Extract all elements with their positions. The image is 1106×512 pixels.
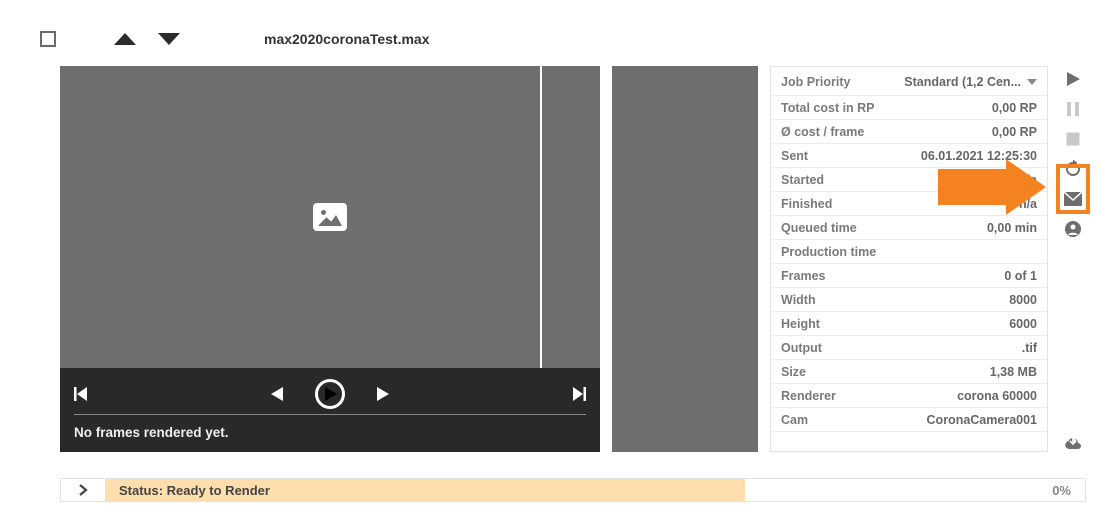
priority-dropdown[interactable]: Standard (1,2 Cen... <box>904 75 1037 89</box>
image-placeholder-icon <box>313 203 347 231</box>
status-text: Status: Ready to Render <box>105 479 745 501</box>
skip-end-button[interactable] <box>572 387 586 401</box>
info-label: Renderer <box>781 389 836 403</box>
next-frame-button[interactable] <box>377 387 389 401</box>
info-label: Height <box>781 317 820 331</box>
info-label: Total cost in RP <box>781 101 875 115</box>
status-bar: Status: Ready to Render 0% <box>60 478 1086 502</box>
info-value: 0 of 1 <box>1004 269 1037 283</box>
support-button[interactable] <box>1062 218 1084 240</box>
select-job-checkbox[interactable] <box>40 31 56 47</box>
playback-bar: No frames rendered yet. <box>60 368 600 452</box>
restart-job-button[interactable] <box>1062 158 1084 180</box>
info-value: 0,00 RP <box>992 101 1037 115</box>
status-expand-button[interactable] <box>61 479 105 501</box>
info-value: 0,00 min <box>987 221 1037 235</box>
info-label: Started <box>781 173 824 187</box>
preview-canvas[interactable] <box>60 66 600 368</box>
prev-frame-button[interactable] <box>271 387 283 401</box>
download-button[interactable] <box>1062 430 1084 452</box>
info-label: Sent <box>781 149 808 163</box>
info-value: 1,38 MB <box>990 365 1037 379</box>
info-label: Production time <box>781 245 876 259</box>
job-filename: max2020coronaTest.max <box>264 31 430 47</box>
info-label: Ø cost / frame <box>781 125 864 139</box>
status-percent: 0% <box>1025 479 1085 501</box>
info-label: Size <box>781 365 806 379</box>
info-value: 06.01.2021 12:25:30 <box>921 149 1037 163</box>
info-value: .tif <box>1022 341 1037 355</box>
skip-start-button[interactable] <box>74 387 88 401</box>
info-label: Width <box>781 293 816 307</box>
job-info-panel: Job Priority Standard (1,2 Cen... Total … <box>770 66 1048 452</box>
info-value: n/a <box>1019 197 1037 211</box>
info-label: Output <box>781 341 822 355</box>
info-value: 8000 <box>1009 293 1037 307</box>
info-label: Finished <box>781 197 832 211</box>
info-label: Frames <box>781 269 825 283</box>
email-button[interactable] <box>1062 188 1084 210</box>
stop-job-button[interactable] <box>1062 128 1084 150</box>
aux-panel <box>612 66 758 452</box>
pause-job-button[interactable] <box>1062 98 1084 120</box>
play-job-button[interactable] <box>1062 68 1084 90</box>
dropdown-icon <box>1027 79 1037 85</box>
playback-progress[interactable] <box>74 414 586 415</box>
info-label: Queued time <box>781 221 857 235</box>
play-button[interactable] <box>315 379 345 409</box>
move-up-icon[interactable] <box>114 33 136 45</box>
priority-value: Standard (1,2 Cen... <box>904 75 1021 89</box>
no-frames-text: No frames rendered yet. <box>74 425 586 440</box>
preview-divider <box>540 66 542 368</box>
info-value: corona 60000 <box>957 389 1037 403</box>
info-value: 0,00 RP <box>992 125 1037 139</box>
info-label-priority: Job Priority <box>781 75 850 89</box>
info-value: n/a <box>1019 173 1037 187</box>
info-label: Cam <box>781 413 808 427</box>
right-toolbar <box>1060 66 1086 452</box>
info-value: 6000 <box>1009 317 1037 331</box>
info-value: CoronaCamera001 <box>927 413 1037 427</box>
preview-column: No frames rendered yet. <box>60 66 600 452</box>
move-down-icon[interactable] <box>158 33 180 45</box>
